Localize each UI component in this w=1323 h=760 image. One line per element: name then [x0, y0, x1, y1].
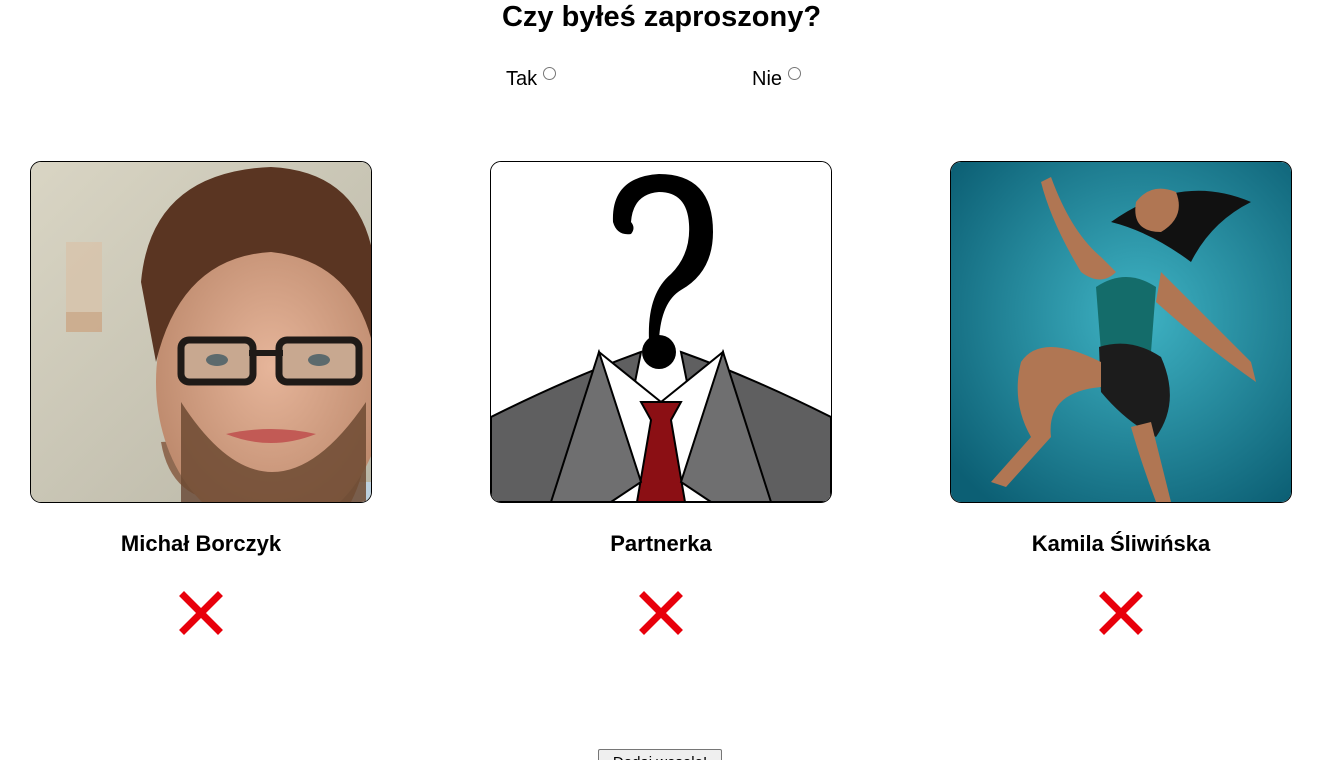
man-with-glasses-portrait-icon [31, 162, 371, 502]
guest-card: Michał Borczyk [30, 161, 372, 635]
guest-photo [30, 161, 372, 503]
dancer-portrait-icon [951, 162, 1291, 502]
radio-label-nie[interactable]: Nie [752, 64, 782, 94]
red-x-icon [179, 591, 223, 635]
guest-name: Michał Borczyk [120, 531, 282, 556]
guest-name: Kamila Śliwińska [1031, 531, 1211, 556]
radio-button-nie[interactable] [788, 67, 802, 80]
red-x-icon [1099, 591, 1143, 635]
guest-card: Kamila Śliwińska [950, 161, 1292, 635]
red-x-icon [639, 591, 683, 635]
radio-label-tak[interactable]: Tak [506, 64, 537, 94]
guest-photo [950, 161, 1292, 503]
guest-card: Partnerka [490, 161, 832, 635]
guest-name: Partnerka [610, 531, 712, 556]
question-mark-suit-placeholder-icon [491, 162, 831, 502]
radio-button-tak[interactable] [543, 67, 557, 80]
page: Czy byłeś zaproszony? Tak Nie Michał Bor… [0, 0, 1323, 760]
radio-option-nie[interactable]: Nie [752, 64, 802, 94]
remove-guest-button[interactable] [179, 591, 223, 635]
page-title: Czy byłeś zaproszony? [501, 1, 822, 33]
add-wedding-button[interactable]: Dodaj wesele! [598, 749, 722, 760]
guest-photo [490, 161, 832, 503]
remove-guest-button[interactable] [639, 591, 683, 635]
remove-guest-button[interactable] [1099, 591, 1143, 635]
radio-option-tak[interactable]: Tak [506, 64, 557, 94]
